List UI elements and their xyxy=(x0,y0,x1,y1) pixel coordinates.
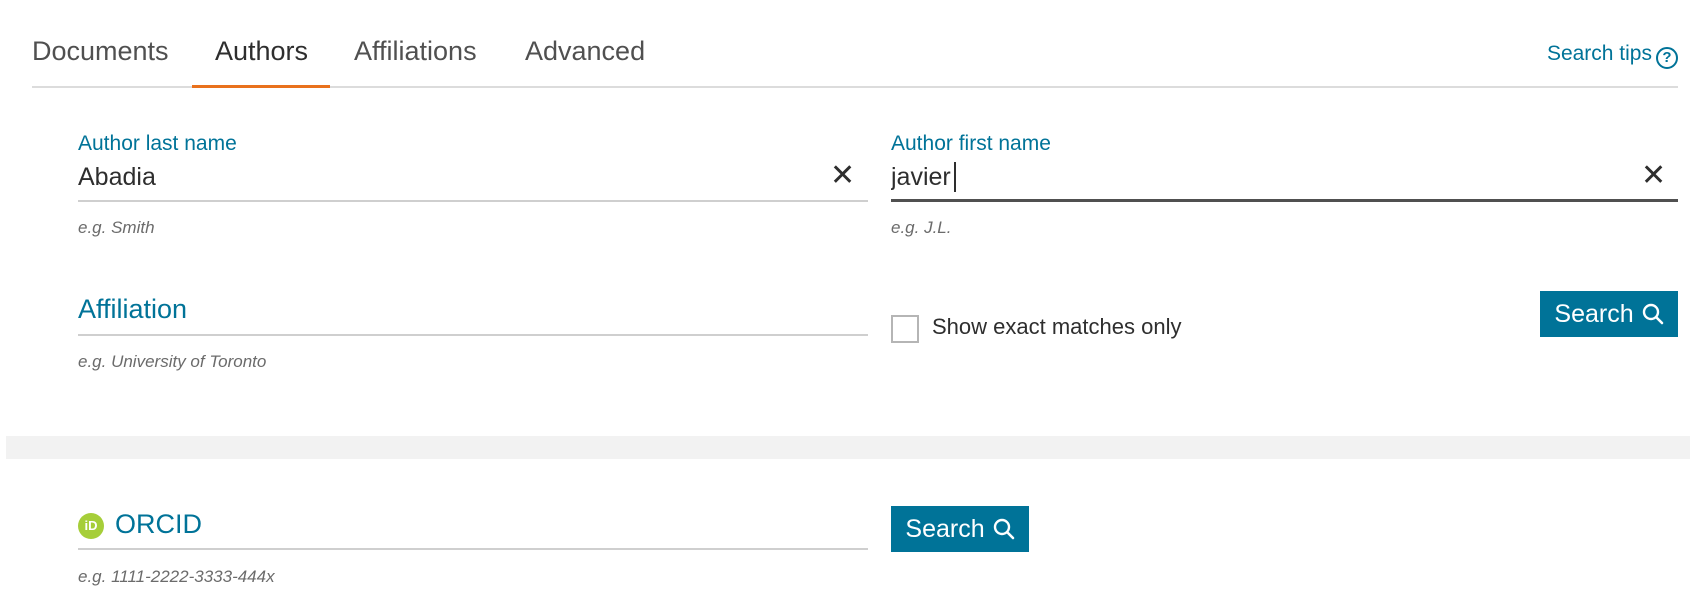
active-tab-indicator xyxy=(192,85,330,88)
orcid-underline xyxy=(78,548,868,550)
search-icon xyxy=(993,518,1014,540)
orcid-search-button[interactable]: Search xyxy=(891,506,1029,552)
author-last-name-input[interactable] xyxy=(78,160,818,194)
help-circle-icon: ? xyxy=(1656,47,1678,69)
exact-matches-label: Show exact matches only xyxy=(932,314,1182,339)
clear-last-name-icon[interactable]: ✕ xyxy=(830,161,855,191)
search-tips-link[interactable]: Search tips? xyxy=(1547,42,1678,69)
author-last-name-label: Author last name xyxy=(78,132,237,155)
author-search-button-label: Search xyxy=(1554,299,1634,328)
search-icon xyxy=(1642,303,1663,325)
author-first-name-hint: e.g. J.L. xyxy=(891,218,952,237)
search-tabs: Documents Authors Affiliations Advanced … xyxy=(32,0,1678,88)
affiliation-placeholder: Affiliation xyxy=(78,294,188,324)
author-last-name-field: Author last name ✕ e.g. Smith xyxy=(78,130,868,240)
orcid-hint: e.g. 1111-2222-3333-444x xyxy=(78,567,275,586)
author-last-name-underline xyxy=(78,200,868,202)
tab-documents[interactable]: Documents xyxy=(32,36,169,67)
author-first-name-underline xyxy=(891,199,1678,202)
orcid-placeholder: ORCID xyxy=(115,509,202,539)
orcid-field[interactable]: ORCID e.g. 1111-2222-3333-444x xyxy=(78,505,868,589)
author-last-name-hint: e.g. Smith xyxy=(78,218,155,237)
clear-first-name-icon[interactable]: ✕ xyxy=(1641,161,1666,191)
search-tips-label: Search tips xyxy=(1546,42,1652,65)
affiliation-hint: e.g. University of Toronto xyxy=(78,352,267,371)
exact-matches-checkbox[interactable] xyxy=(891,315,919,343)
tab-authors[interactable]: Authors xyxy=(215,36,308,67)
affiliation-field[interactable]: Affiliation e.g. University of Toronto xyxy=(78,290,868,374)
author-first-name-label: Author first name xyxy=(891,132,1051,155)
orcid-search-button-label: Search xyxy=(905,514,985,543)
text-caret xyxy=(954,162,956,192)
affiliation-underline xyxy=(78,334,868,336)
author-first-name-input[interactable] xyxy=(891,160,1621,194)
author-search-button[interactable]: Search xyxy=(1540,291,1678,337)
tab-advanced[interactable]: Advanced xyxy=(525,36,645,67)
author-first-name-field: Author first name ✕ e.g. J.L. xyxy=(891,130,1678,240)
section-divider xyxy=(6,436,1690,459)
tab-affiliations[interactable]: Affiliations xyxy=(354,36,477,67)
